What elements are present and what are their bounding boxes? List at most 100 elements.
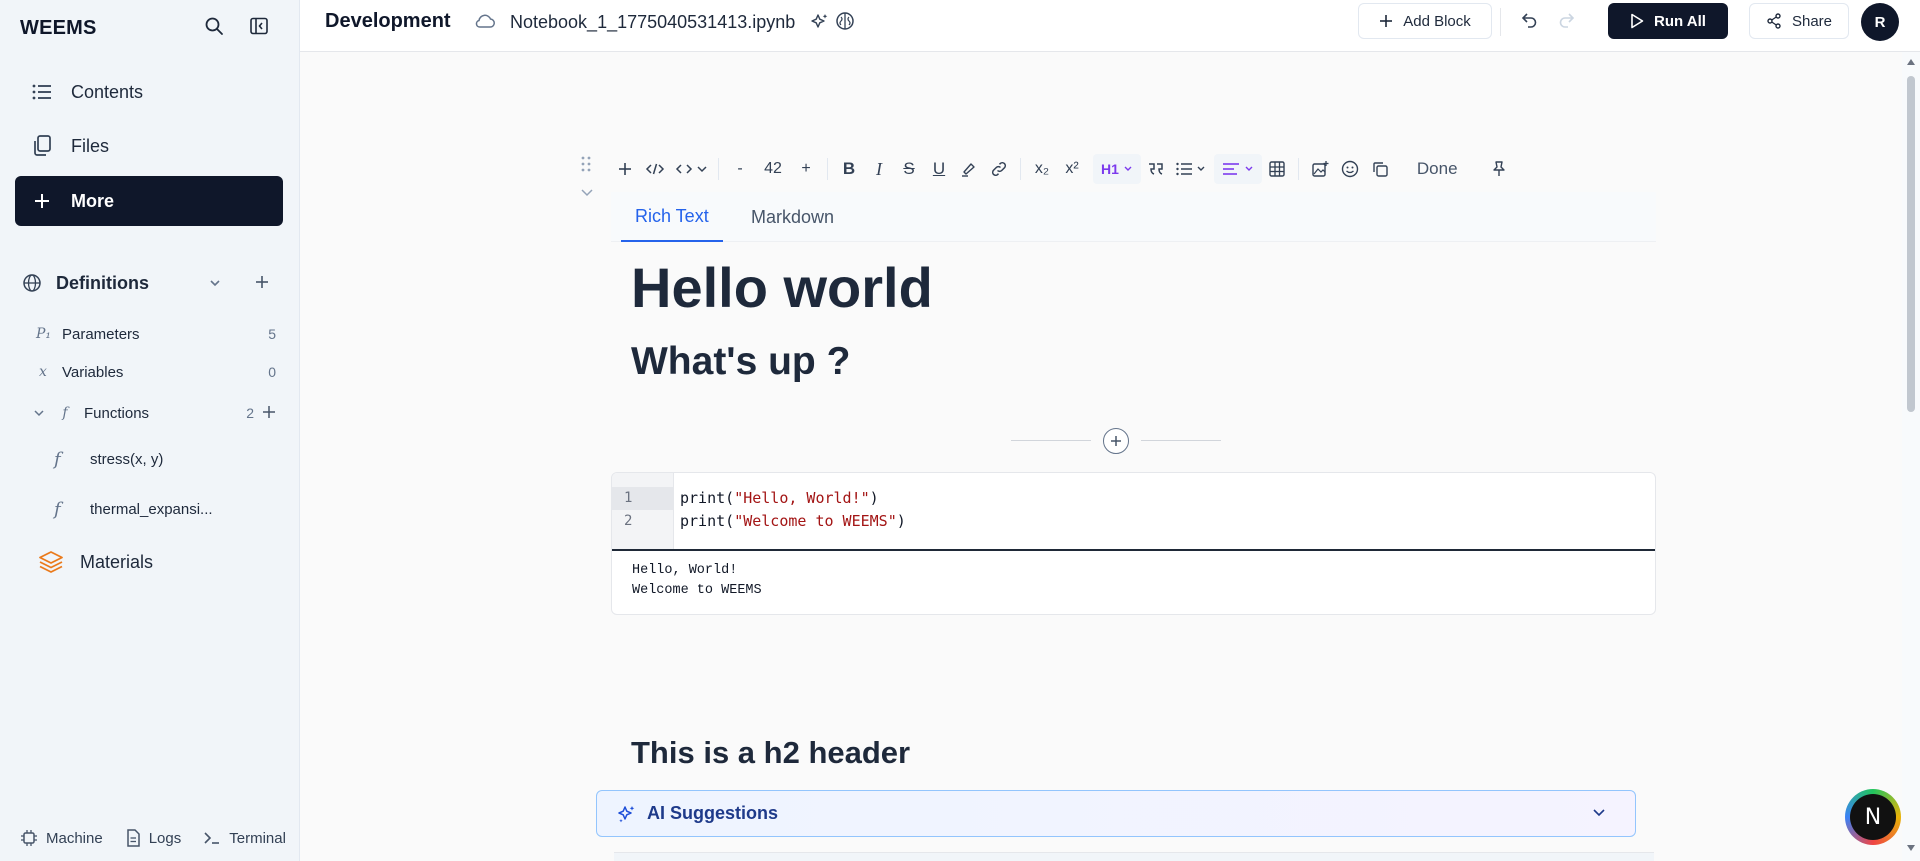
vertical-scrollbar[interactable] xyxy=(1902,52,1920,861)
scrollbar-thumb[interactable] xyxy=(1907,76,1915,412)
materials-label: Materials xyxy=(80,551,154,572)
plus-icon xyxy=(617,161,633,177)
variables-count: 0 xyxy=(268,364,276,380)
drag-handle-icon[interactable] xyxy=(580,155,592,173)
redo-icon[interactable] xyxy=(1558,12,1578,30)
insert-button[interactable] xyxy=(610,154,640,184)
italic-button[interactable]: I xyxy=(864,154,894,184)
logs-button[interactable]: Logs xyxy=(125,829,182,847)
chevron-down-icon[interactable] xyxy=(1591,804,1607,820)
heading-dropdown[interactable]: H1 xyxy=(1093,154,1141,184)
scroll-up-arrow-icon[interactable] xyxy=(1906,58,1916,66)
chevron-down-icon[interactable] xyxy=(32,406,46,420)
font-size-increase-button[interactable]: + xyxy=(791,154,821,184)
notebook-filename[interactable]: Notebook_1_1775040531413.ipynb xyxy=(510,12,795,33)
add-function-icon[interactable] xyxy=(262,405,276,419)
functions-count: 2 xyxy=(246,405,254,421)
user-avatar[interactable]: R xyxy=(1861,3,1899,41)
tab-rich-text[interactable]: Rich Text xyxy=(621,192,723,242)
function-item-thermal-expansion[interactable]: f thermal_expansi... xyxy=(54,494,254,524)
definitions-label: Definitions xyxy=(56,272,149,293)
chevron-down-icon xyxy=(1196,165,1206,173)
ai-suggestions-panel[interactable]: AI Suggestions xyxy=(596,790,1636,837)
bold-button[interactable]: B xyxy=(834,154,864,184)
subscript-button[interactable]: x₂ xyxy=(1027,154,1057,184)
share-button[interactable]: Share xyxy=(1749,3,1849,39)
pin-button[interactable] xyxy=(1484,154,1514,184)
brain-icon[interactable] xyxy=(835,11,855,31)
copy-icon xyxy=(1371,160,1389,178)
floating-assistant-button[interactable]: N xyxy=(1845,789,1901,845)
insert-image-button[interactable] xyxy=(1305,154,1335,184)
link-button[interactable] xyxy=(984,154,1014,184)
nav-files[interactable]: Files xyxy=(15,121,283,171)
list-icon xyxy=(29,79,55,105)
font-size-value[interactable]: 42 xyxy=(755,154,791,184)
machine-button[interactable]: Machine xyxy=(20,829,103,847)
nav-more-button[interactable]: More xyxy=(15,176,283,226)
heading-h2[interactable]: This is a h2 header xyxy=(631,735,910,771)
emoji-button[interactable] xyxy=(1335,154,1365,184)
heading-1[interactable]: Hello world xyxy=(631,255,933,320)
definition-parameters[interactable]: P₁ Parameters 5 xyxy=(36,321,276,347)
function-item-label: stress(x, y) xyxy=(90,450,164,468)
chevron-down-icon xyxy=(1123,165,1133,173)
underline-button[interactable]: U xyxy=(924,154,954,184)
run-all-label: Run All xyxy=(1654,12,1706,30)
table-icon xyxy=(1268,160,1286,178)
code-line[interactable]: print("Hello, World!") xyxy=(680,489,879,507)
list-dropdown[interactable] xyxy=(1171,154,1210,184)
strikethrough-button[interactable]: S xyxy=(894,154,924,184)
tab-markdown[interactable]: Markdown xyxy=(737,192,848,242)
definition-functions[interactable]: f Functions 2 xyxy=(32,400,276,426)
scroll-down-arrow-icon[interactable] xyxy=(1906,844,1916,852)
add-block-button[interactable]: Add Block xyxy=(1358,3,1492,39)
terminal-button[interactable]: Terminal xyxy=(203,830,286,847)
terminal-label: Terminal xyxy=(229,829,286,847)
definition-variables[interactable]: x Variables 0 xyxy=(36,359,276,385)
underline-icon: U xyxy=(932,159,946,178)
highlight-button[interactable] xyxy=(954,154,984,184)
definitions-header[interactable]: Definitions xyxy=(22,268,282,298)
nav-contents-label: Contents xyxy=(71,81,144,102)
heading-2[interactable]: What's up ? xyxy=(631,340,850,384)
divider xyxy=(1500,8,1501,36)
top-bar: Development Notebook_1_1775040531413.ipy… xyxy=(300,0,1920,52)
blockquote-button[interactable] xyxy=(1141,154,1171,184)
collapse-sidebar-icon[interactable] xyxy=(247,14,271,38)
sparkles-icon[interactable] xyxy=(810,12,830,32)
run-all-button[interactable]: Run All xyxy=(1608,3,1728,39)
line-number: 2 xyxy=(624,513,633,529)
file-icon xyxy=(125,829,141,847)
align-dropdown[interactable] xyxy=(1213,154,1262,184)
add-block-between-button[interactable] xyxy=(1103,428,1129,454)
search-icon[interactable] xyxy=(202,14,226,38)
code-cell[interactable]: 1 2 print("Hello, World!") print("Welcom… xyxy=(611,472,1656,615)
share-label: Share xyxy=(1791,12,1833,30)
code-line[interactable]: print("Welcome to WEEMS") xyxy=(680,512,906,530)
nav-materials[interactable]: Materials xyxy=(26,537,294,587)
variable-icon: x xyxy=(39,364,47,380)
undo-icon[interactable] xyxy=(1518,12,1538,30)
superscript-button[interactable]: x² xyxy=(1057,154,1087,184)
functions-label: Functions xyxy=(84,404,150,422)
collapse-block-icon[interactable] xyxy=(580,187,594,199)
highlighter-icon xyxy=(960,160,978,178)
inline-code-button[interactable] xyxy=(640,154,670,184)
toolbar-divider xyxy=(718,158,719,180)
chevron-down-icon[interactable] xyxy=(208,276,222,290)
machine-label: Machine xyxy=(46,829,103,847)
function-item-stress[interactable]: f stress(x, y) xyxy=(54,444,254,474)
done-button[interactable]: Done xyxy=(1413,154,1462,184)
table-button[interactable] xyxy=(1262,154,1292,184)
quote-icon xyxy=(1147,161,1165,177)
code-block-dropdown[interactable] xyxy=(670,154,712,184)
editor-mode-tabs: Rich Text Markdown xyxy=(611,192,1656,242)
duplicate-button[interactable] xyxy=(1365,154,1395,184)
font-size-decrease-button[interactable]: - xyxy=(725,154,755,184)
logs-label: Logs xyxy=(148,829,182,847)
add-definition-icon[interactable] xyxy=(254,274,270,290)
nav-contents[interactable]: Contents xyxy=(15,67,283,117)
active-line-highlight xyxy=(612,487,674,510)
toolbar-divider xyxy=(1020,158,1021,180)
